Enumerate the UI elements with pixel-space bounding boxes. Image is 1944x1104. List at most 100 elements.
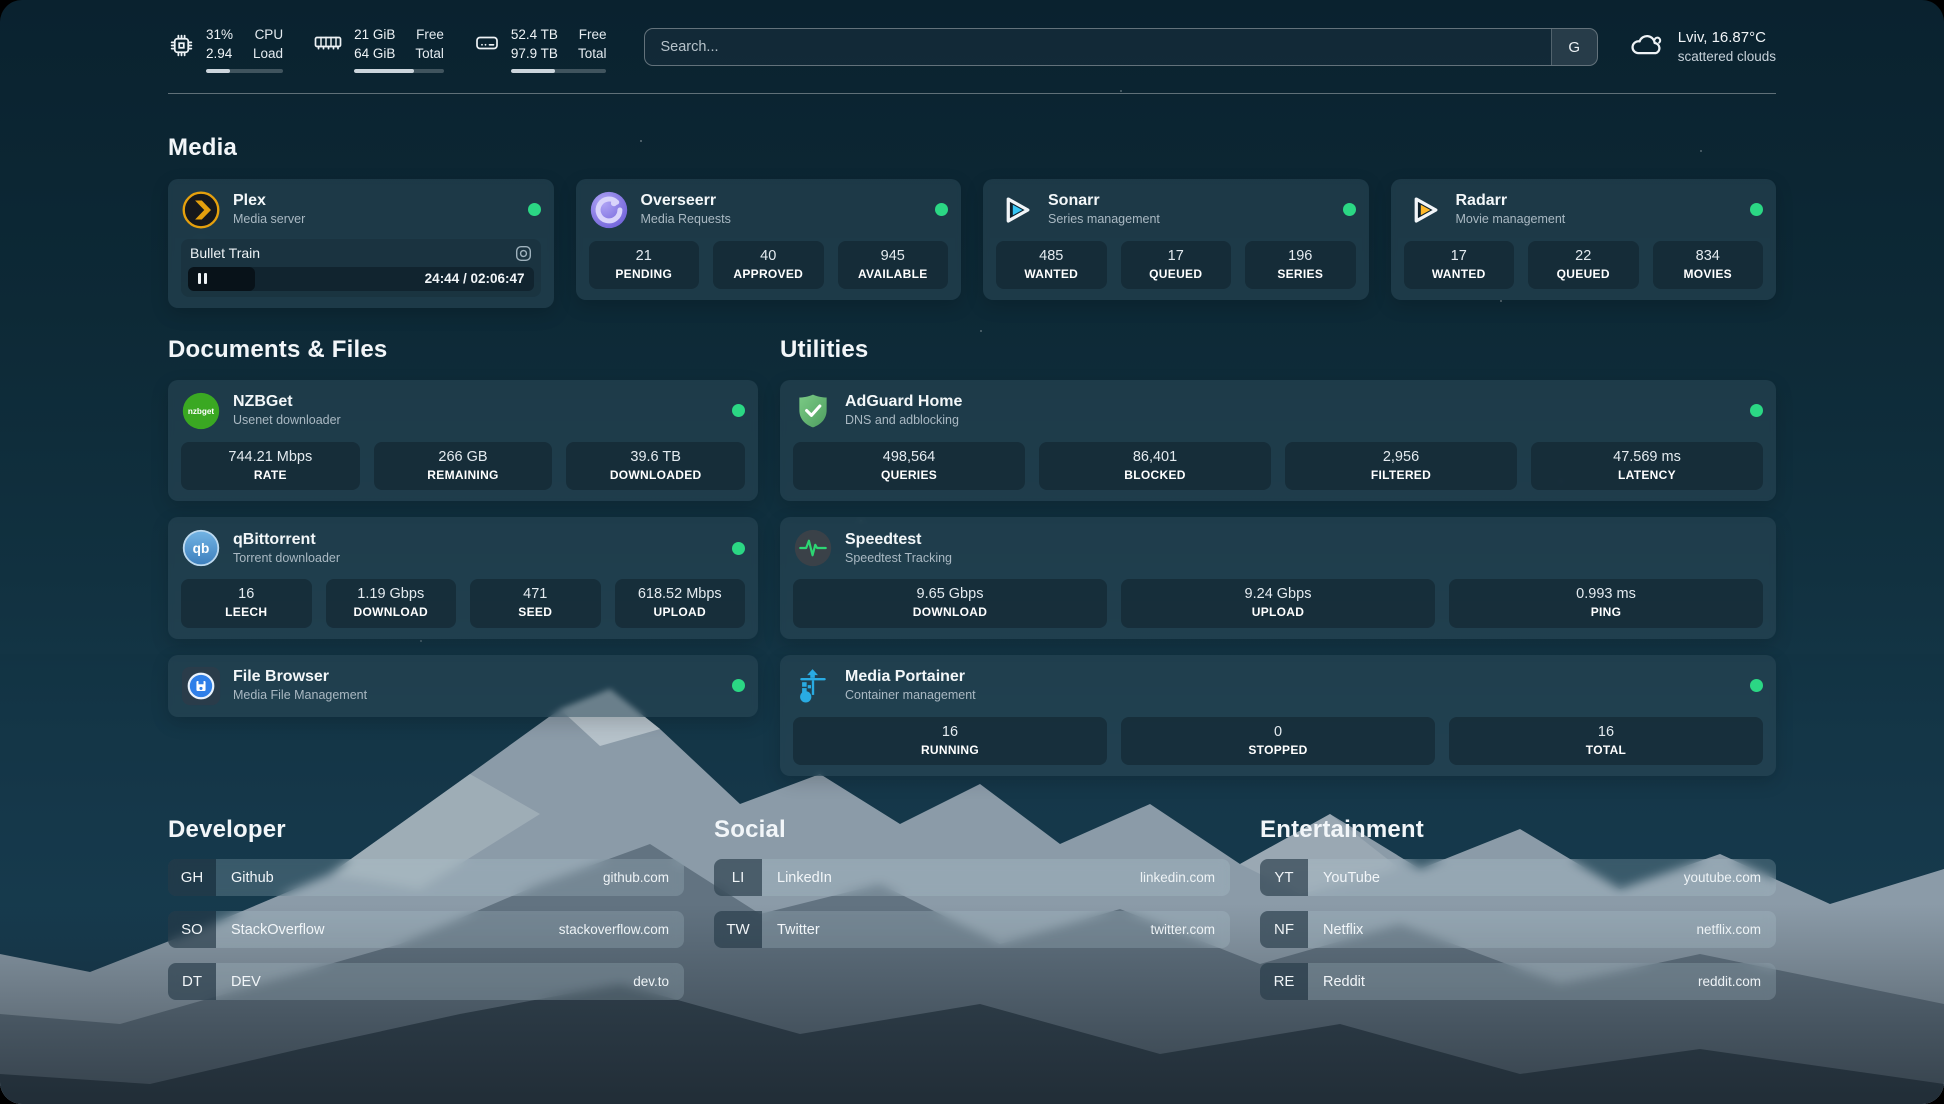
memory-widget: 21 GiB 64 GiB Free Total (313, 26, 444, 73)
stat-label: RATE (189, 468, 352, 484)
stat-value: 17 (1412, 247, 1507, 266)
pause-icon[interactable] (198, 273, 207, 284)
stat-value: 22 (1536, 247, 1631, 266)
stat-label: PING (1457, 605, 1755, 621)
app-name: Sonarr (1048, 191, 1160, 211)
app-description: Container management (845, 688, 976, 704)
stat-value: 834 (1661, 247, 1756, 266)
app-card-plex[interactable]: Plex Media server Bullet Train (168, 179, 554, 308)
stat-value: 21 (597, 247, 692, 266)
memory-total-label: Total (415, 45, 444, 64)
link-linkedin[interactable]: LI LinkedIn linkedin.com (714, 859, 1230, 896)
link-badge: GH (168, 859, 216, 896)
memory-progress-bar (354, 69, 444, 73)
link-url: stackoverflow.com (559, 911, 684, 948)
link-youtube[interactable]: YT YouTube youtube.com (1260, 859, 1776, 896)
app-description: Usenet downloader (233, 413, 341, 429)
stat-box: 0 STOPPED (1121, 717, 1435, 765)
link-twitter[interactable]: TW Twitter twitter.com (714, 911, 1230, 948)
stat-label: UPLOAD (623, 605, 738, 621)
stat-value: 40 (721, 247, 816, 266)
link-url: linkedin.com (1140, 859, 1230, 896)
stat-value: 47.569 ms (1539, 448, 1755, 467)
now-playing-title: Bullet Train (190, 245, 260, 261)
weather-location-temperature: Lviv, 16.87°C (1678, 28, 1776, 48)
link-name: Reddit (1308, 963, 1365, 1000)
app-card-adguard[interactable]: AdGuard Home DNS and adblocking 498,564 … (780, 380, 1776, 501)
stat-label: AVAILABLE (846, 267, 941, 283)
link-badge: YT (1260, 859, 1308, 896)
app-card-sonarr[interactable]: Sonarr Series management 485 WANTED 17 Q… (983, 179, 1369, 300)
section-title-utilities: Utilities (780, 336, 1776, 364)
cpu-progress-bar (206, 69, 283, 73)
status-dot (528, 203, 541, 216)
stat-box: 834 MOVIES (1653, 241, 1764, 289)
memory-free-label: Free (416, 26, 444, 45)
gear-icon[interactable] (515, 245, 532, 262)
link-badge: SO (168, 911, 216, 948)
stat-box: 16 RUNNING (793, 717, 1107, 765)
stat-value: 196 (1253, 247, 1348, 266)
cpu-load-label: Load (253, 45, 283, 64)
section-utilities: Utilities AdGuard (780, 336, 1776, 776)
link-url: github.com (603, 859, 684, 896)
app-description: Movie management (1456, 212, 1566, 228)
link-badge: NF (1260, 911, 1308, 948)
stat-label: DOWNLOAD (334, 605, 449, 621)
stat-box: 485 WANTED (996, 241, 1107, 289)
link-github[interactable]: GH Github github.com (168, 859, 684, 896)
stat-box: 86,401 BLOCKED (1039, 442, 1271, 490)
cpu-widget: 31% 2.94 CPU Load (168, 26, 283, 73)
stat-box: 2,956 FILTERED (1285, 442, 1517, 490)
link-name: DEV (216, 963, 261, 1000)
app-card-speedtest[interactable]: Speedtest Speedtest Tracking 9.65 Gbps D… (780, 517, 1776, 638)
link-netflix[interactable]: NF Netflix netflix.com (1260, 911, 1776, 948)
stat-box: 1.19 Gbps DOWNLOAD (326, 579, 457, 627)
playback-progress-bar[interactable]: 24:44 / 02:06:47 (188, 267, 534, 291)
stat-box: 471 SEED (470, 579, 601, 627)
link-badge: RE (1260, 963, 1308, 1000)
search-input[interactable] (645, 29, 1550, 65)
section-title-developer: Developer (168, 816, 684, 844)
stat-value: 39.6 TB (574, 448, 737, 467)
stat-label: WANTED (1004, 267, 1099, 283)
section-entertainment: Entertainment YT YouTube youtube.com NF … (1260, 816, 1776, 1000)
stat-value: 498,564 (801, 448, 1017, 467)
stat-label: DOWNLOADED (574, 468, 737, 484)
svg-text:nzbget: nzbget (188, 407, 215, 416)
stat-box: 618.52 Mbps UPLOAD (615, 579, 746, 627)
ram-icon (313, 32, 343, 54)
app-card-filebrowser[interactable]: File Browser Media File Management (168, 655, 758, 717)
search-engine-button[interactable]: G (1551, 29, 1597, 65)
adguard-icon (793, 391, 833, 431)
system-stats: 31% 2.94 CPU Load (168, 26, 606, 73)
stat-box: 16 LEECH (181, 579, 312, 627)
app-card-radarr[interactable]: Radarr Movie management 17 WANTED 22 QUE… (1391, 179, 1777, 300)
stat-value: 9.65 Gbps (801, 585, 1099, 604)
link-url: twitter.com (1150, 911, 1230, 948)
stat-box: 498,564 QUERIES (793, 442, 1025, 490)
cpu-usage-value: 31% (206, 26, 233, 45)
link-dev[interactable]: DT DEV dev.to (168, 963, 684, 1000)
app-card-qbittorrent[interactable]: qb qBittorrent Torrent downloader 16 LEE… (168, 517, 758, 638)
app-card-overseerr[interactable]: Overseerr Media Requests 21 PENDING 40 A… (576, 179, 962, 300)
cloud-icon (1628, 30, 1665, 63)
link-stackoverflow[interactable]: SO StackOverflow stackoverflow.com (168, 911, 684, 948)
link-reddit[interactable]: RE Reddit reddit.com (1260, 963, 1776, 1000)
link-url: reddit.com (1698, 963, 1776, 1000)
stat-box: 0.993 ms PING (1449, 579, 1763, 627)
disk-free-value: 52.4 TB (511, 26, 558, 45)
stat-value: 16 (801, 723, 1099, 742)
app-card-nzbget[interactable]: nzbget NZBGet Usenet downloader 744.21 M… (168, 380, 758, 501)
link-name: Twitter (762, 911, 820, 948)
stat-label: WANTED (1412, 267, 1507, 283)
app-name: NZBGet (233, 392, 341, 412)
stat-label: MOVIES (1661, 267, 1756, 283)
dashboard-screen: 31% 2.94 CPU Load (0, 0, 1944, 1104)
stat-label: QUEUED (1129, 267, 1224, 283)
section-title-documents: Documents & Files (168, 336, 758, 364)
stat-value: 618.52 Mbps (623, 585, 738, 604)
app-card-portainer[interactable]: Media Portainer Container management 16 … (780, 655, 1776, 776)
stat-box: 9.65 Gbps DOWNLOAD (793, 579, 1107, 627)
stat-value: 9.24 Gbps (1129, 585, 1427, 604)
